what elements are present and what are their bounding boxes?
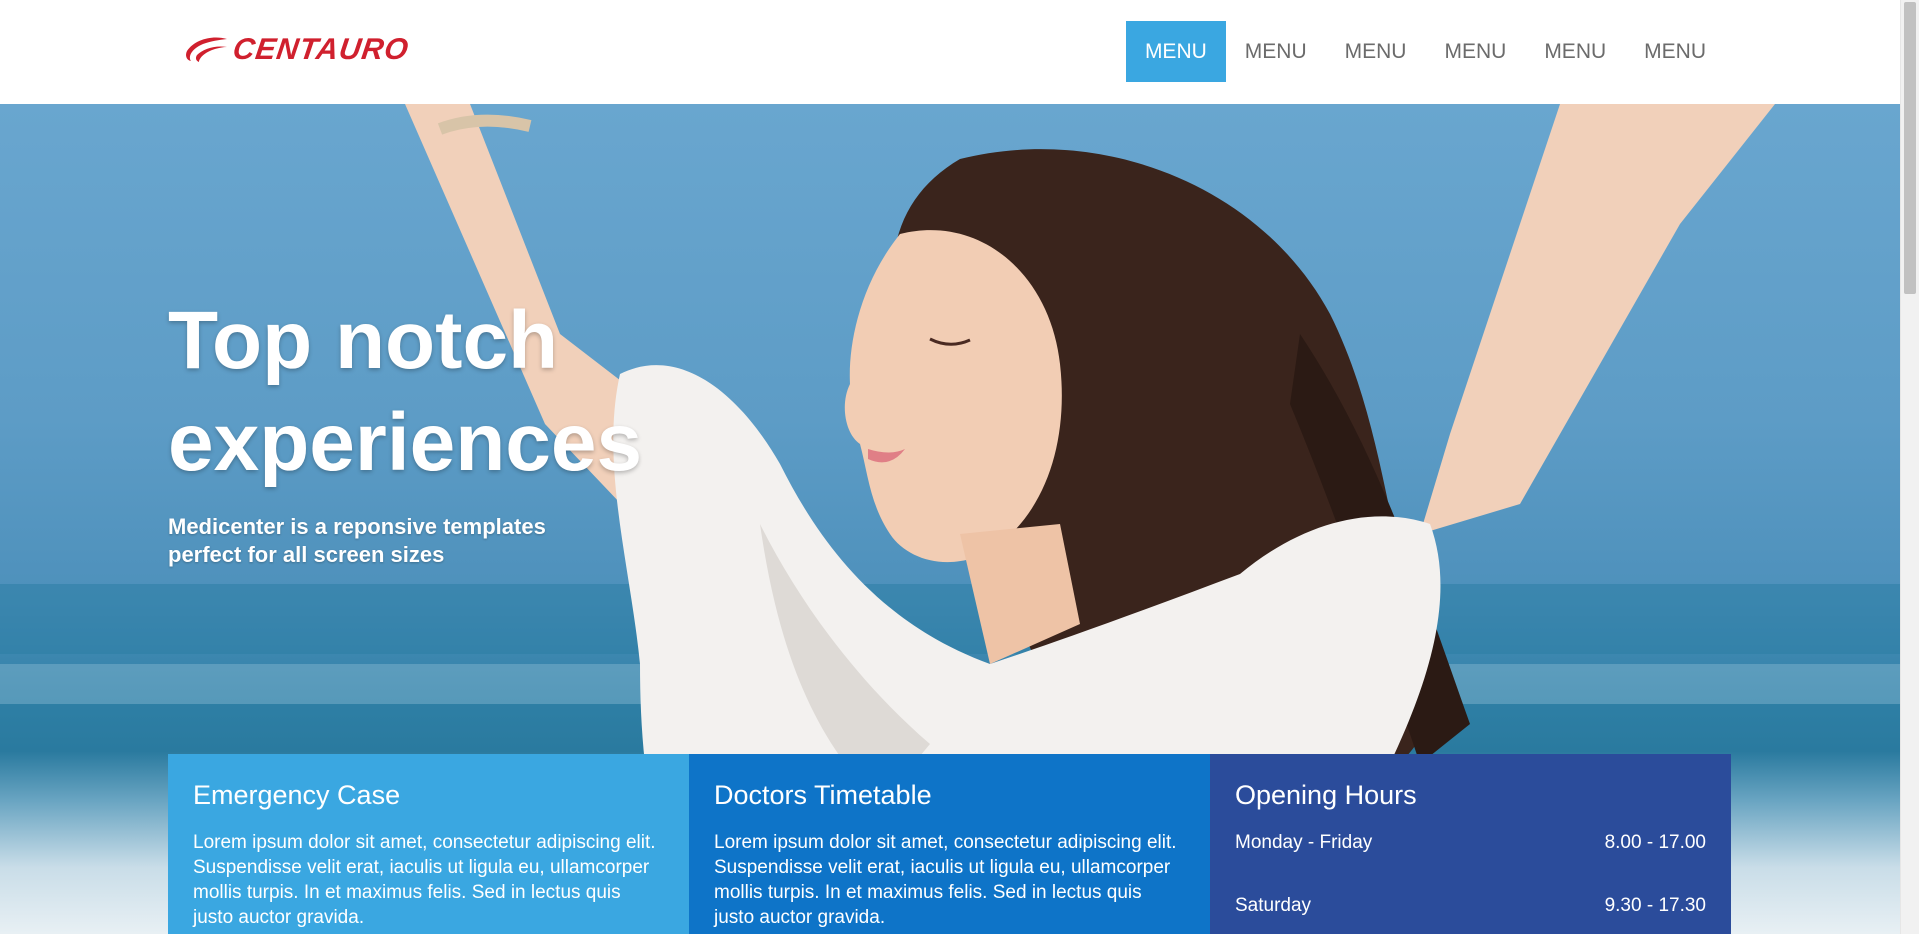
hero-title: Top notch experiences	[168, 290, 642, 494]
logo-text: CENTAURO	[230, 33, 412, 66]
emergency-case-box: Emergency Case Lorem ipsum dolor sit ame…	[168, 754, 689, 934]
opening-hours-box: Opening Hours Monday - Friday 8.00 - 17.…	[1210, 754, 1731, 934]
hours-row: Saturday 9.30 - 17.30	[1235, 893, 1706, 918]
nav-item-1[interactable]: MENU	[1125, 21, 1226, 82]
logo[interactable]: CENTAURO	[183, 30, 412, 70]
hours-time: 8.00 - 17.00	[1604, 832, 1706, 853]
emergency-case-text: Lorem ipsum dolor sit amet, consectetur …	[193, 832, 656, 928]
doctors-timetable-text: Lorem ipsum dolor sit amet, consectetur …	[714, 832, 1177, 928]
hero-subtitle: Medicenter is a reponsive templates perf…	[168, 513, 608, 569]
info-boxes: Emergency Case Lorem ipsum dolor sit ame…	[168, 754, 1731, 934]
hero-subtitle-line-1: Medicenter is a reponsive templates	[168, 514, 546, 539]
scrollbar-thumb[interactable]	[1904, 2, 1916, 294]
nav-item-4[interactable]: MENU	[1425, 21, 1525, 82]
hours-day: Saturday	[1235, 895, 1312, 916]
nav-item-3[interactable]: MENU	[1326, 21, 1426, 82]
nav-item-5[interactable]: MENU	[1525, 21, 1625, 82]
page: CENTAURO MENU MENU MENU MENU MENU MENU T…	[0, 0, 1900, 934]
main-nav: MENU MENU MENU MENU MENU MENU	[1125, 21, 1725, 82]
swoosh-logo-icon	[186, 37, 227, 62]
hero-title-line-1: Top notch	[168, 295, 559, 386]
vertical-scrollbar[interactable]	[1900, 0, 1919, 934]
nav-item-2[interactable]: MENU	[1226, 21, 1326, 82]
doctors-timetable-box: Doctors Timetable Lorem ipsum dolor sit …	[689, 754, 1210, 934]
hours-time: 9.30 - 17.30	[1604, 895, 1706, 916]
nav-item-6[interactable]: MENU	[1625, 21, 1725, 82]
opening-hours-title: Opening Hours	[1235, 780, 1417, 810]
hero-subtitle-line-2: perfect for all screen sizes	[168, 542, 445, 567]
emergency-case-title: Emergency Case	[193, 780, 401, 810]
doctors-timetable-title: Doctors Timetable	[714, 780, 932, 810]
hours-day: Monday - Friday	[1235, 832, 1373, 853]
site-header: CENTAURO MENU MENU MENU MENU MENU MENU	[0, 0, 1900, 104]
hero-title-line-2: experiences	[168, 397, 643, 488]
hours-row: Monday - Friday 8.00 - 17.00	[1235, 830, 1706, 855]
